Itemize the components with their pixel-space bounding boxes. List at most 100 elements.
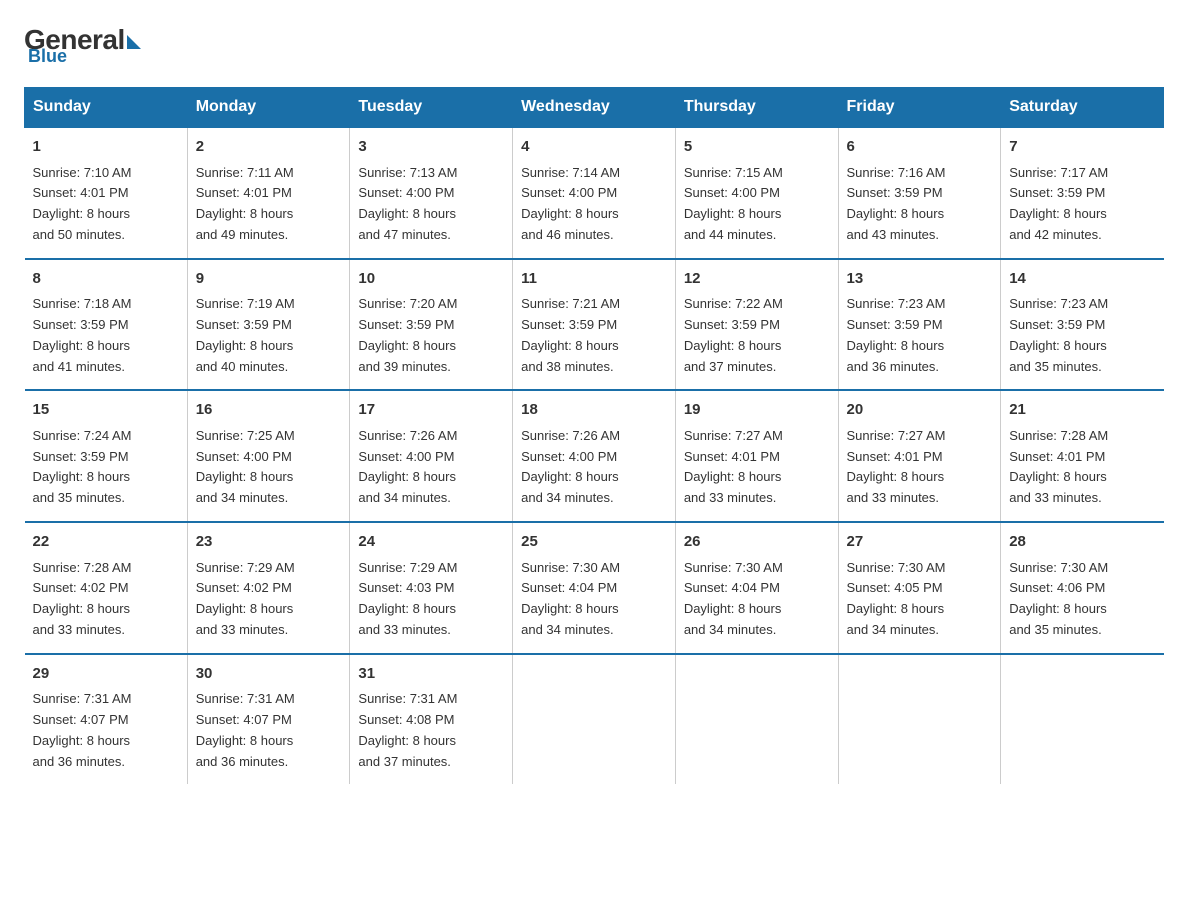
logo-blue-text: Blue — [28, 46, 67, 67]
day-number: 1 — [33, 136, 179, 159]
day-info: Sunrise: 7:14 AMSunset: 4:00 PMDaylight:… — [521, 165, 620, 242]
calendar-cell: 18 Sunrise: 7:26 AMSunset: 4:00 PMDaylig… — [513, 390, 676, 522]
day-info: Sunrise: 7:15 AMSunset: 4:00 PMDaylight:… — [684, 165, 783, 242]
day-info: Sunrise: 7:30 AMSunset: 4:04 PMDaylight:… — [521, 560, 620, 637]
header-cell-thursday: Thursday — [675, 88, 838, 128]
week-row-2: 8 Sunrise: 7:18 AMSunset: 3:59 PMDayligh… — [25, 259, 1164, 391]
day-number: 20 — [847, 399, 993, 422]
day-info: Sunrise: 7:24 AMSunset: 3:59 PMDaylight:… — [33, 428, 132, 505]
header-row: SundayMondayTuesdayWednesdayThursdayFrid… — [25, 88, 1164, 128]
day-number: 31 — [358, 663, 504, 686]
day-number: 10 — [358, 268, 504, 291]
calendar-cell: 29 Sunrise: 7:31 AMSunset: 4:07 PMDaylig… — [25, 654, 188, 785]
day-number: 6 — [847, 136, 993, 159]
day-number: 15 — [33, 399, 179, 422]
day-info: Sunrise: 7:31 AMSunset: 4:08 PMDaylight:… — [358, 691, 457, 768]
day-number: 13 — [847, 268, 993, 291]
calendar-body: 1 Sunrise: 7:10 AMSunset: 4:01 PMDayligh… — [25, 127, 1164, 784]
day-info: Sunrise: 7:29 AMSunset: 4:03 PMDaylight:… — [358, 560, 457, 637]
day-number: 21 — [1009, 399, 1155, 422]
page-header: General Blue — [24, 24, 1164, 67]
day-info: Sunrise: 7:20 AMSunset: 3:59 PMDaylight:… — [358, 296, 457, 373]
calendar-cell: 3 Sunrise: 7:13 AMSunset: 4:00 PMDayligh… — [350, 127, 513, 259]
calendar-table: SundayMondayTuesdayWednesdayThursdayFrid… — [24, 87, 1164, 784]
calendar-cell: 13 Sunrise: 7:23 AMSunset: 3:59 PMDaylig… — [838, 259, 1001, 391]
header-cell-monday: Monday — [187, 88, 350, 128]
day-info: Sunrise: 7:19 AMSunset: 3:59 PMDaylight:… — [196, 296, 295, 373]
day-info: Sunrise: 7:11 AMSunset: 4:01 PMDaylight:… — [196, 165, 294, 242]
calendar-cell: 8 Sunrise: 7:18 AMSunset: 3:59 PMDayligh… — [25, 259, 188, 391]
day-info: Sunrise: 7:18 AMSunset: 3:59 PMDaylight:… — [33, 296, 132, 373]
calendar-cell: 23 Sunrise: 7:29 AMSunset: 4:02 PMDaylig… — [187, 522, 350, 654]
day-number: 18 — [521, 399, 667, 422]
calendar-cell: 17 Sunrise: 7:26 AMSunset: 4:00 PMDaylig… — [350, 390, 513, 522]
day-number: 26 — [684, 531, 830, 554]
calendar-cell — [1001, 654, 1164, 785]
calendar-cell: 21 Sunrise: 7:28 AMSunset: 4:01 PMDaylig… — [1001, 390, 1164, 522]
calendar-cell — [675, 654, 838, 785]
day-number: 23 — [196, 531, 342, 554]
calendar-cell: 20 Sunrise: 7:27 AMSunset: 4:01 PMDaylig… — [838, 390, 1001, 522]
calendar-cell: 10 Sunrise: 7:20 AMSunset: 3:59 PMDaylig… — [350, 259, 513, 391]
calendar-cell: 16 Sunrise: 7:25 AMSunset: 4:00 PMDaylig… — [187, 390, 350, 522]
day-info: Sunrise: 7:13 AMSunset: 4:00 PMDaylight:… — [358, 165, 457, 242]
day-number: 16 — [196, 399, 342, 422]
day-info: Sunrise: 7:30 AMSunset: 4:06 PMDaylight:… — [1009, 560, 1108, 637]
day-info: Sunrise: 7:29 AMSunset: 4:02 PMDaylight:… — [196, 560, 295, 637]
calendar-cell: 30 Sunrise: 7:31 AMSunset: 4:07 PMDaylig… — [187, 654, 350, 785]
header-cell-wednesday: Wednesday — [513, 88, 676, 128]
calendar-cell: 6 Sunrise: 7:16 AMSunset: 3:59 PMDayligh… — [838, 127, 1001, 259]
day-info: Sunrise: 7:31 AMSunset: 4:07 PMDaylight:… — [196, 691, 295, 768]
calendar-cell: 31 Sunrise: 7:31 AMSunset: 4:08 PMDaylig… — [350, 654, 513, 785]
calendar-cell: 1 Sunrise: 7:10 AMSunset: 4:01 PMDayligh… — [25, 127, 188, 259]
day-number: 22 — [33, 531, 179, 554]
day-info: Sunrise: 7:27 AMSunset: 4:01 PMDaylight:… — [684, 428, 783, 505]
day-info: Sunrise: 7:25 AMSunset: 4:00 PMDaylight:… — [196, 428, 295, 505]
calendar-cell: 11 Sunrise: 7:21 AMSunset: 3:59 PMDaylig… — [513, 259, 676, 391]
day-number: 12 — [684, 268, 830, 291]
logo-arrow-icon — [127, 35, 141, 49]
calendar-cell: 27 Sunrise: 7:30 AMSunset: 4:05 PMDaylig… — [838, 522, 1001, 654]
calendar-cell: 19 Sunrise: 7:27 AMSunset: 4:01 PMDaylig… — [675, 390, 838, 522]
calendar-cell — [513, 654, 676, 785]
header-cell-sunday: Sunday — [25, 88, 188, 128]
day-info: Sunrise: 7:23 AMSunset: 3:59 PMDaylight:… — [1009, 296, 1108, 373]
day-number: 7 — [1009, 136, 1155, 159]
calendar-cell: 26 Sunrise: 7:30 AMSunset: 4:04 PMDaylig… — [675, 522, 838, 654]
day-number: 17 — [358, 399, 504, 422]
calendar-cell: 24 Sunrise: 7:29 AMSunset: 4:03 PMDaylig… — [350, 522, 513, 654]
calendar-cell: 22 Sunrise: 7:28 AMSunset: 4:02 PMDaylig… — [25, 522, 188, 654]
day-info: Sunrise: 7:27 AMSunset: 4:01 PMDaylight:… — [847, 428, 946, 505]
calendar-cell: 25 Sunrise: 7:30 AMSunset: 4:04 PMDaylig… — [513, 522, 676, 654]
day-info: Sunrise: 7:31 AMSunset: 4:07 PMDaylight:… — [33, 691, 132, 768]
day-info: Sunrise: 7:28 AMSunset: 4:01 PMDaylight:… — [1009, 428, 1108, 505]
calendar-cell: 9 Sunrise: 7:19 AMSunset: 3:59 PMDayligh… — [187, 259, 350, 391]
calendar-cell: 12 Sunrise: 7:22 AMSunset: 3:59 PMDaylig… — [675, 259, 838, 391]
day-number: 25 — [521, 531, 667, 554]
day-number: 5 — [684, 136, 830, 159]
week-row-5: 29 Sunrise: 7:31 AMSunset: 4:07 PMDaylig… — [25, 654, 1164, 785]
day-number: 4 — [521, 136, 667, 159]
day-number: 3 — [358, 136, 504, 159]
day-number: 8 — [33, 268, 179, 291]
day-info: Sunrise: 7:17 AMSunset: 3:59 PMDaylight:… — [1009, 165, 1108, 242]
day-number: 28 — [1009, 531, 1155, 554]
day-info: Sunrise: 7:21 AMSunset: 3:59 PMDaylight:… — [521, 296, 620, 373]
calendar-cell: 4 Sunrise: 7:14 AMSunset: 4:00 PMDayligh… — [513, 127, 676, 259]
day-number: 30 — [196, 663, 342, 686]
calendar-header: SundayMondayTuesdayWednesdayThursdayFrid… — [25, 88, 1164, 128]
day-info: Sunrise: 7:26 AMSunset: 4:00 PMDaylight:… — [521, 428, 620, 505]
header-cell-friday: Friday — [838, 88, 1001, 128]
day-number: 19 — [684, 399, 830, 422]
day-number: 27 — [847, 531, 993, 554]
day-info: Sunrise: 7:10 AMSunset: 4:01 PMDaylight:… — [33, 165, 132, 242]
day-number: 14 — [1009, 268, 1155, 291]
day-info: Sunrise: 7:23 AMSunset: 3:59 PMDaylight:… — [847, 296, 946, 373]
calendar-cell: 28 Sunrise: 7:30 AMSunset: 4:06 PMDaylig… — [1001, 522, 1164, 654]
day-number: 11 — [521, 268, 667, 291]
calendar-cell: 5 Sunrise: 7:15 AMSunset: 4:00 PMDayligh… — [675, 127, 838, 259]
header-cell-saturday: Saturday — [1001, 88, 1164, 128]
week-row-1: 1 Sunrise: 7:10 AMSunset: 4:01 PMDayligh… — [25, 127, 1164, 259]
calendar-cell: 14 Sunrise: 7:23 AMSunset: 3:59 PMDaylig… — [1001, 259, 1164, 391]
week-row-4: 22 Sunrise: 7:28 AMSunset: 4:02 PMDaylig… — [25, 522, 1164, 654]
